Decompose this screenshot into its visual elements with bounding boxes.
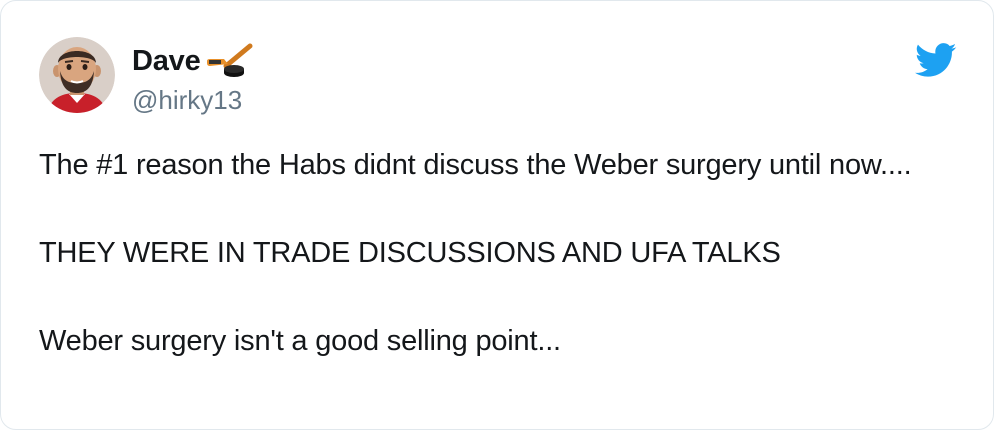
tweet-text: The #1 reason the Habs didnt discuss the…: [39, 143, 939, 363]
tweet-paragraph-2: THEY WERE IN TRADE DISCUSSIONS AND UFA T…: [39, 237, 781, 269]
avatar[interactable]: [39, 37, 115, 113]
tweet-card: Dave @hirky13 The #1 reason the Habs did…: [0, 0, 994, 430]
author-name-row[interactable]: Dave: [132, 42, 254, 80]
tweet-paragraph-1: The #1 reason the Habs didnt discuss the…: [39, 149, 912, 181]
user-handle[interactable]: @hirky13: [132, 85, 242, 116]
tweet-paragraph-3: Weber surgery isn't a good selling point…: [39, 325, 561, 357]
twitter-bird-icon[interactable]: [915, 43, 957, 78]
display-name[interactable]: Dave: [132, 45, 201, 78]
avatar-memoji: [39, 37, 115, 113]
hockey-stick-puck-emoji: [206, 43, 253, 77]
